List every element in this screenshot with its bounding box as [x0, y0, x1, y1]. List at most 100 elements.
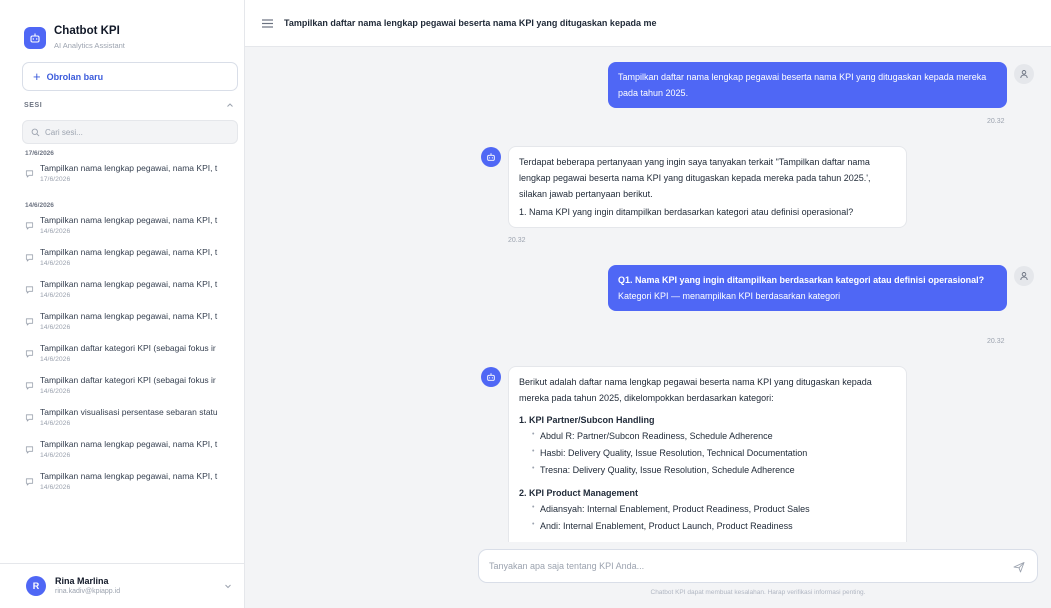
session-list: 17/6/2026 Tampilkan nama lengkap pegawai…: [0, 148, 244, 556]
chat-main: Tampilkan daftar nama lengkap pegawai be…: [245, 0, 1051, 608]
session-title: Tampilkan nama lengkap pegawai, nama KPI…: [40, 311, 218, 321]
session-date: 14/6/2026: [40, 228, 71, 235]
message-text: Berikut adalah daftar nama lengkap pegaw…: [519, 377, 872, 403]
brand: Chatbot KPI AI Analytics Assistant: [24, 24, 125, 50]
session-item[interactable]: Tampilkan nama lengkap pegawai, nama KPI…: [0, 276, 244, 308]
chat-bubble-icon: [25, 446, 34, 454]
chat-input[interactable]: Tanyakan apa saja tentang KPI Anda...: [478, 549, 1038, 583]
search-icon: [31, 128, 40, 136]
session-search[interactable]: Cari sesi...: [22, 120, 238, 144]
session-date: 14/6/2026: [40, 452, 71, 459]
chat-bubble-icon: [25, 318, 34, 326]
chevron-down-icon: [224, 582, 232, 591]
message-time: 20.32: [987, 338, 1005, 345]
session-date-group: 17/6/2026: [25, 150, 54, 157]
session-item[interactable]: Tampilkan nama lengkap pegawai, nama KPI…: [0, 468, 244, 500]
send-icon[interactable]: [1013, 560, 1025, 578]
kpi-category: 1. KPI Partner/Subcon Handling: [519, 412, 896, 428]
session-title: Tampilkan nama lengkap pegawai, nama KPI…: [40, 279, 218, 289]
sessions-section-label: SESI: [24, 102, 43, 109]
session-title: Tampilkan nama lengkap pegawai, nama KPI…: [40, 439, 218, 449]
session-item[interactable]: Tampilkan daftar kategori KPI (sebagai f…: [0, 372, 244, 404]
new-chat-label: Obrolan baru: [46, 71, 104, 82]
session-title: Tampilkan nama lengkap pegawai, nama KPI…: [40, 215, 218, 225]
kpi-category-name: KPI Partner/Subcon Handling: [529, 415, 655, 425]
menu-icon[interactable]: [262, 17, 273, 30]
chat-input-placeholder: Tanyakan apa saja tentang KPI Anda...: [489, 561, 645, 571]
session-item[interactable]: Tampilkan nama lengkap pegawai, nama KPI…: [0, 308, 244, 340]
user-avatar-icon: [1014, 64, 1034, 84]
user-name: Rina Marlina: [55, 575, 109, 586]
message-text: Tampilkan daftar nama lengkap pegawai be…: [618, 72, 987, 98]
chat-bubble-icon: [25, 382, 34, 390]
session-date-group: 14/6/2026: [25, 202, 54, 209]
session-date: 14/6/2026: [40, 324, 71, 331]
session-item[interactable]: Tampilkan nama lengkap pegawai, nama KPI…: [0, 436, 244, 468]
chat-bubble-icon: [25, 286, 34, 294]
kpi-category: 2. KPI Product Management: [519, 485, 896, 501]
chat-bubble-icon: [25, 222, 34, 230]
kpi-assignment-list: Adiansyah: Internal Enablement, Product …: [519, 499, 896, 535]
kpi-assignment-item: Abdul R: Partner/Subcon Readiness, Sched…: [519, 426, 896, 445]
app-name: Chatbot KPI: [54, 25, 120, 37]
chat-bubble-icon: [25, 350, 34, 358]
kpi-category-number: 1.: [519, 415, 527, 425]
bot-avatar-icon: [481, 147, 501, 167]
session-date: 14/6/2026: [40, 484, 71, 491]
chat-title: Tampilkan daftar nama lengkap pegawai be…: [284, 18, 657, 28]
user-email: rina.kadiv@kpiapp.id: [55, 587, 121, 595]
question-echo: Q1. Nama KPI yang ingin ditampilkan berd…: [618, 275, 985, 285]
clarifying-question: 1. Nama KPI yang ingin ditampilkan berda…: [519, 207, 854, 217]
avatar: R: [26, 576, 46, 596]
chevron-up-icon: [226, 101, 234, 110]
robot-logo-icon: [24, 27, 46, 49]
session-date: 14/6/2026: [40, 420, 71, 427]
session-title: Tampilkan daftar kategori KPI (sebagai f…: [40, 343, 216, 353]
session-item[interactable]: Tampilkan daftar kategori KPI (sebagai f…: [0, 340, 244, 372]
session-title: Tampilkan daftar kategori KPI (sebagai f…: [40, 375, 216, 385]
sidebar: Chatbot KPI AI Analytics Assistant + Obr…: [0, 0, 245, 608]
disclaimer: Chatbot KPI dapat membuat kesalahan. Har…: [650, 589, 866, 596]
session-item[interactable]: Tampilkan nama lengkap pegawai, nama KPI…: [0, 160, 244, 192]
session-item[interactable]: Tampilkan visualisasi persentase sebaran…: [0, 404, 244, 436]
sessions-section-toggle[interactable]: SESI: [24, 101, 234, 110]
session-date: 14/6/2026: [40, 356, 71, 363]
kpi-assignment-item: Adiansyah: Internal Enablement, Product …: [519, 499, 896, 518]
session-date: 14/6/2026: [40, 388, 71, 395]
user-account-menu[interactable]: R Rina Marlina rina.kadiv@kpiapp.id: [0, 563, 244, 608]
bot-avatar-icon: [481, 367, 501, 387]
assistant-message: Terdapat beberapa pertanyaan yang ingin …: [508, 146, 907, 228]
kpi-assignment-item: Andi: Internal Enablement, Product Launc…: [519, 516, 896, 535]
kpi-assignment-list: Abdul R: Partner/Subcon Readiness, Sched…: [519, 426, 896, 479]
chat-header: Tampilkan daftar nama lengkap pegawai be…: [245, 0, 1051, 47]
chat-bubble-icon: [25, 170, 34, 178]
user-avatar-icon: [1014, 266, 1034, 286]
kpi-assignment-item: Hasbi: Delivery Quality, Issue Resolutio…: [519, 443, 896, 462]
kpi-assignment-item: Tresna: Delivery Quality, Issue Resoluti…: [519, 460, 896, 479]
session-title: Tampilkan nama lengkap pegawai, nama KPI…: [40, 163, 218, 173]
message-time: 20.32: [987, 118, 1005, 125]
user-message: Tampilkan daftar nama lengkap pegawai be…: [608, 62, 1007, 108]
chat-bubble-icon: [25, 414, 34, 422]
session-date: 17/6/2026: [40, 176, 71, 183]
new-chat-button[interactable]: + Obrolan baru: [22, 62, 238, 91]
session-title: Tampilkan nama lengkap pegawai, nama KPI…: [40, 247, 218, 257]
message-text: Terdapat beberapa pertanyaan yang ingin …: [519, 157, 871, 199]
session-item[interactable]: Tampilkan nama lengkap pegawai, nama KPI…: [0, 244, 244, 276]
plus-icon: +: [33, 69, 41, 84]
session-item[interactable]: Tampilkan nama lengkap pegawai, nama KPI…: [0, 212, 244, 244]
user-message: Q1. Nama KPI yang ingin ditampilkan berd…: [608, 265, 1007, 311]
chat-bubble-icon: [25, 478, 34, 486]
answer-text: Kategori KPI — menampilkan KPI berdasark…: [618, 291, 841, 301]
message-time: 20.32: [508, 237, 526, 244]
session-date: 14/6/2026: [40, 292, 71, 299]
kpi-category-number: 2.: [519, 488, 527, 498]
chat-bubble-icon: [25, 254, 34, 262]
search-placeholder: Cari sesi...: [45, 127, 83, 137]
kpi-category-name: KPI Product Management: [529, 488, 639, 498]
assistant-message: Berikut adalah daftar nama lengkap pegaw…: [508, 366, 907, 542]
app-subtitle: AI Analytics Assistant: [54, 41, 125, 50]
session-title: Tampilkan nama lengkap pegawai, nama KPI…: [40, 471, 218, 481]
session-date: 14/6/2026: [40, 260, 71, 267]
session-title: Tampilkan visualisasi persentase sebaran…: [40, 407, 218, 417]
